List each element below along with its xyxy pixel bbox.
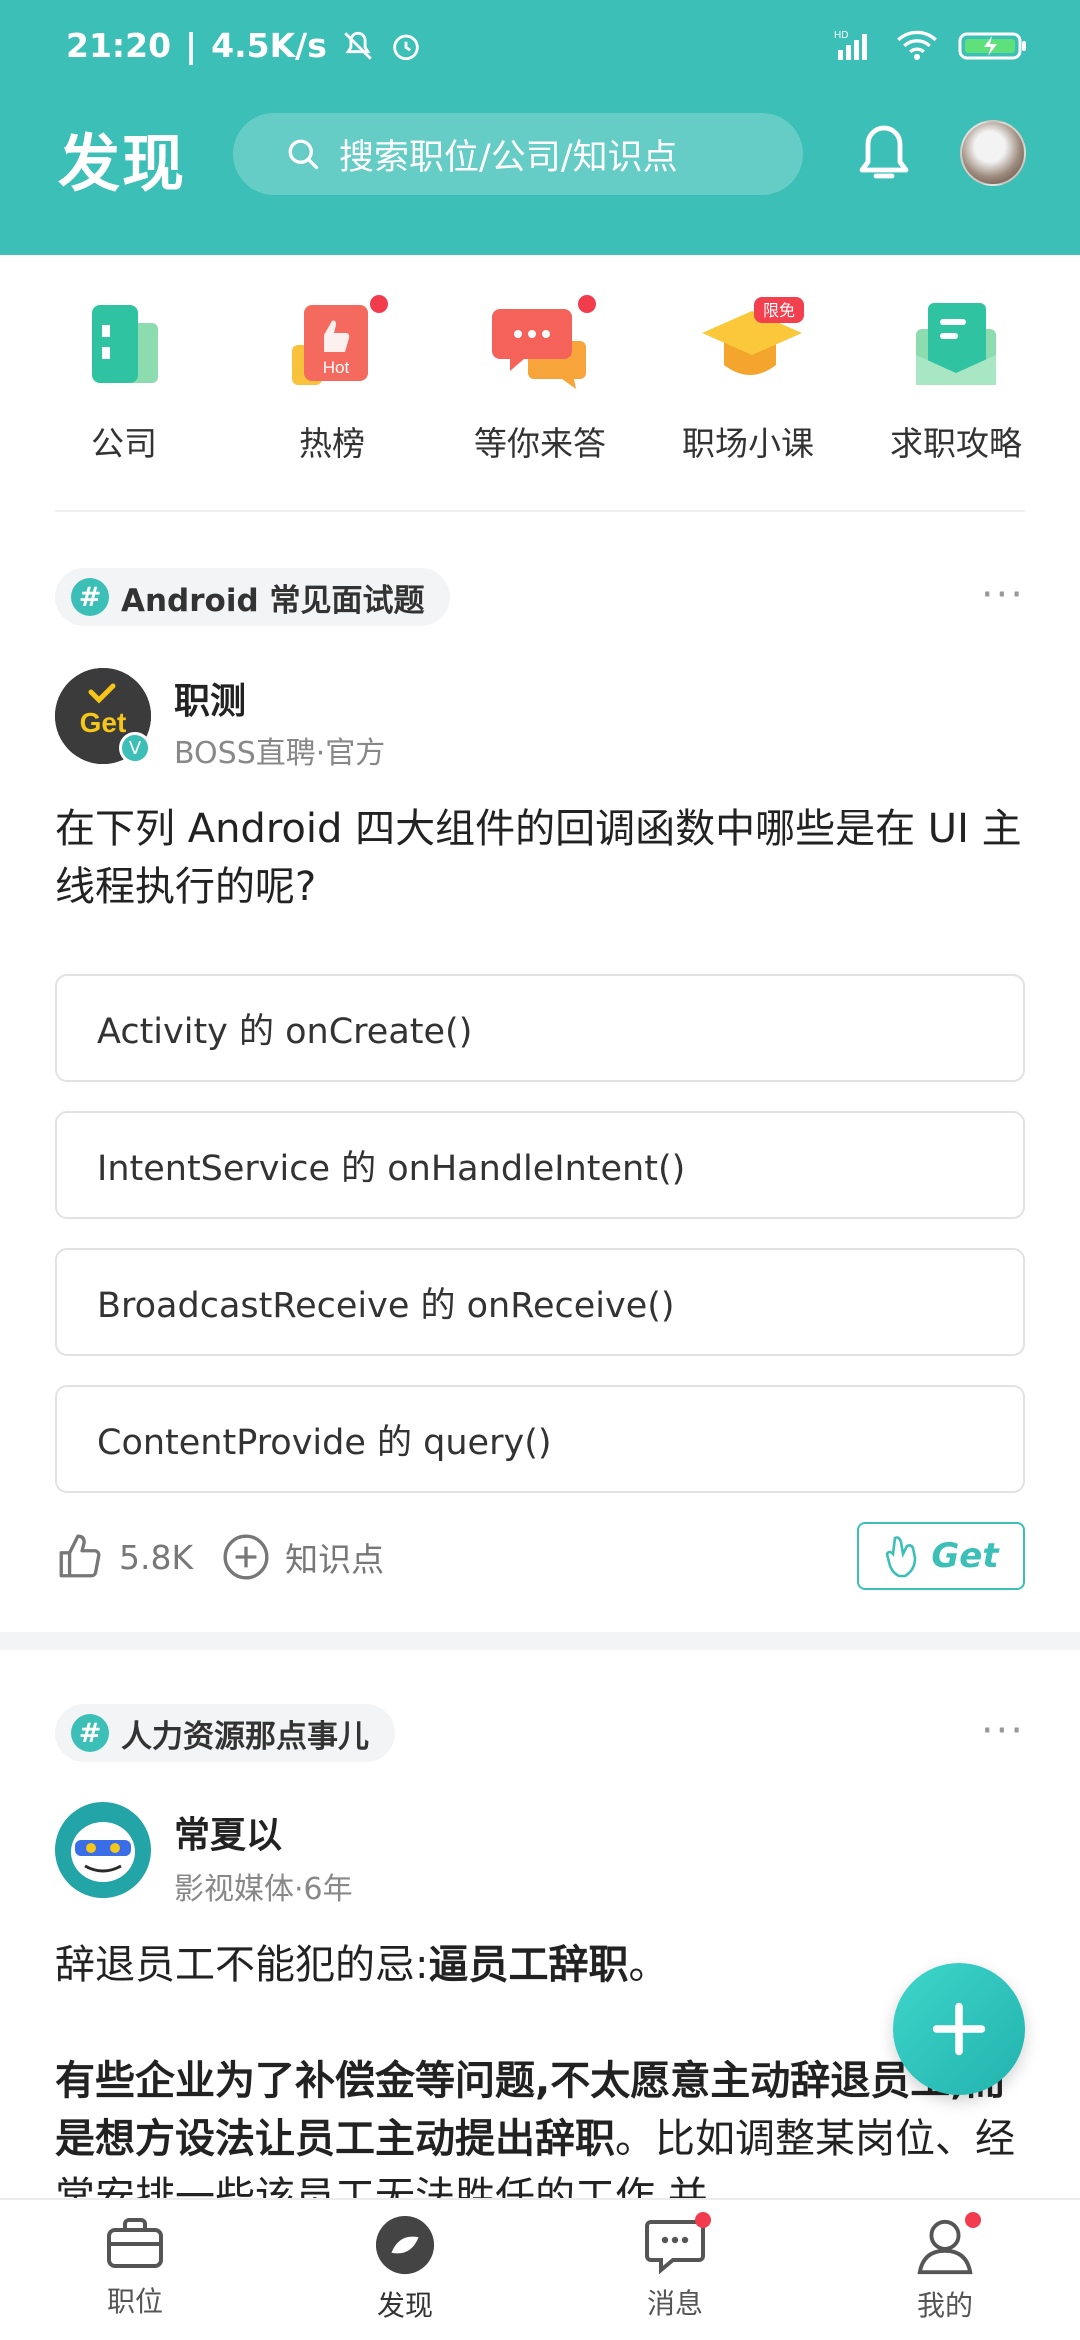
mute-icon <box>344 31 372 60</box>
add-circle-icon[interactable] <box>221 1532 271 1582</box>
status-bar: 21:20 | 4.5K/s HD <box>0 0 1080 95</box>
unread-dot <box>695 2212 711 2228</box>
graduation-cap-icon: 限免 <box>698 295 804 395</box>
unread-dot <box>965 2212 981 2228</box>
battery-charging-icon <box>958 32 1026 60</box>
card-actions: 5.8K 知识点 Get <box>55 1522 1025 1592</box>
author-meta: 影视媒体·6年 <box>174 1872 353 1907</box>
briefcase-icon <box>107 2218 163 2268</box>
more-options-icon[interactable]: ··· <box>981 572 1025 618</box>
svg-text:Get: Get <box>80 707 127 738</box>
verified-badge: V <box>119 732 151 764</box>
search-placeholder: 搜索职位/公司/知识点 <box>339 137 678 178</box>
author-avatar[interactable]: Get V <box>55 668 151 764</box>
alarm-icon <box>393 34 419 60</box>
question-text: 在下列 Android 四大组件的回调函数中哪些是在 UI 主线程执行的呢? <box>55 806 1022 910</box>
top-header: 21:20 | 4.5K/s HD 发现 搜索职位/公司/知识点 <box>0 0 1080 255</box>
quicknav-item-answer[interactable]: 等你来答 <box>440 255 640 510</box>
question-card: # Android 常见面试题 ··· Get V 职测 BOSS直聘·官方 在… <box>0 512 1080 1637</box>
chat-answer-icon <box>490 295 596 395</box>
quick-nav: 公司 Hot 热榜 等你来答 限免 职场小课 求职攻略 <box>0 255 1080 510</box>
more-options-icon[interactable]: ··· <box>981 1708 1025 1754</box>
unread-dot <box>578 295 596 313</box>
answer-option[interactable]: ContentProvide 的 query() <box>55 1385 1025 1493</box>
tab-profile[interactable]: 我的 <box>810 2200 1080 2340</box>
like-count: 5.8K <box>119 1537 194 1577</box>
thumbs-up-icon[interactable] <box>55 1532 105 1582</box>
get-button[interactable]: Get <box>857 1522 1025 1590</box>
hashtag-icon: # <box>71 578 109 616</box>
answer-option[interactable]: IntentService 的 onHandleIntent() <box>55 1111 1025 1219</box>
search-input[interactable]: 搜索职位/公司/知识点 <box>233 113 803 195</box>
author-name[interactable]: 职测 <box>174 672 246 724</box>
company-building-icon <box>74 295 174 395</box>
page-title: 发现 <box>58 127 187 200</box>
svg-text:Hot: Hot <box>323 358 350 377</box>
network-speed: 4.5K/s <box>211 26 327 65</box>
plus-icon <box>932 2002 986 2056</box>
tab-messages[interactable]: 消息 <box>540 2200 810 2340</box>
unread-dot <box>370 295 388 313</box>
topic-tag[interactable]: # Android 常见面试题 <box>55 568 451 626</box>
quicknav-item-course[interactable]: 限免 职场小课 <box>648 255 848 510</box>
post-card: # 人力资源那点事儿 ··· 常夏以 影视媒体·6年 辞退员工不能犯的忌:逼员工… <box>0 1650 1080 2220</box>
quicknav-item-hot-list[interactable]: Hot 热榜 <box>232 255 432 510</box>
hd-signal-icon: HD <box>834 30 867 60</box>
quicknav-item-company[interactable]: 公司 <box>24 255 224 510</box>
tab-discover[interactable]: 发现 <box>270 2200 540 2340</box>
author-meta: BOSS直聘·官方 <box>174 736 386 771</box>
answer-option[interactable]: BroadcastReceive 的 onReceive() <box>55 1248 1025 1356</box>
discover-icon <box>375 2215 435 2275</box>
author-avatar[interactable] <box>55 1802 151 1898</box>
hot-list-icon: Hot <box>282 295 388 395</box>
knowledge-point-label[interactable]: 知识点 <box>285 1533 384 1581</box>
search-icon <box>288 139 319 170</box>
notification-bell-icon[interactable] <box>858 122 910 184</box>
svg-text:HD: HD <box>834 30 848 41</box>
post-first-line: 辞退员工不能犯的忌:逼员工辞职。 <box>55 1942 669 1988</box>
finger-heart-icon <box>885 1536 917 1578</box>
quicknav-item-guide[interactable]: 求职攻略 <box>856 255 1056 510</box>
create-post-button[interactable] <box>893 1963 1025 2095</box>
bottom-nav: 职位 发现 消息 我的 <box>0 2198 1080 2340</box>
answer-option[interactable]: Activity 的 onCreate() <box>55 974 1025 1082</box>
wifi-icon <box>897 30 937 60</box>
svg-text:限免: 限免 <box>763 301 795 320</box>
section-separator <box>0 1632 1080 1650</box>
user-avatar[interactable] <box>960 120 1026 186</box>
hashtag-icon: # <box>71 1714 109 1752</box>
author-name[interactable]: 常夏以 <box>174 1806 282 1858</box>
tab-jobs[interactable]: 职位 <box>0 2200 270 2340</box>
status-time: 21:20 <box>66 26 172 65</box>
topic-tag[interactable]: # 人力资源那点事儿 <box>55 1704 395 1762</box>
guide-book-icon <box>906 295 1006 395</box>
